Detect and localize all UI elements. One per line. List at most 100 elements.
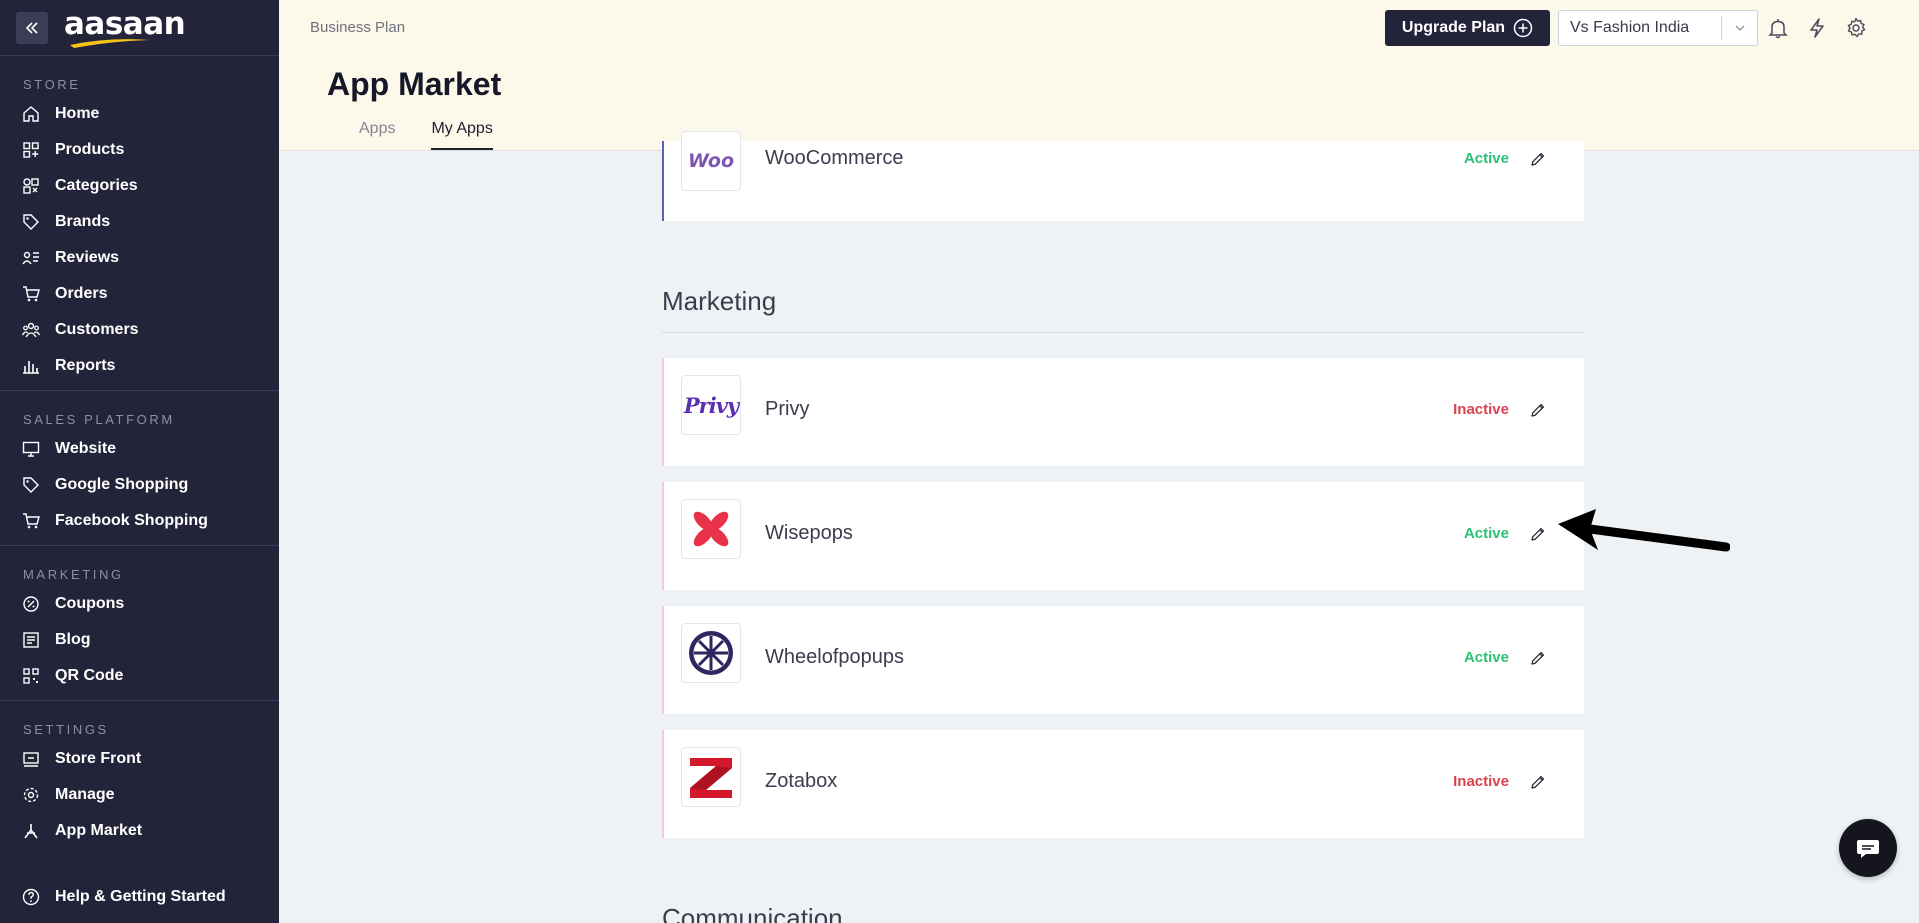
app-name: Wisepops (765, 522, 853, 544)
upgrade-plan-label: Upgrade Plan (1401, 19, 1506, 36)
sidebar-item-label: Reviews (55, 249, 120, 266)
sidebar-item-reports[interactable]: Reports (0, 348, 279, 384)
monitor-icon (21, 439, 41, 459)
sidebar-item-customers[interactable]: Customers (0, 312, 279, 348)
sidebar-section-settings: SETTINGS Store Front Manage App Market (0, 701, 279, 855)
app-card-privy[interactable]: Privy Privy Inactive (662, 358, 1584, 466)
edit-pencil-icon[interactable] (1528, 648, 1548, 668)
app-card-zotabox[interactable]: Zotabox Inactive (662, 730, 1584, 838)
sidebar-section-title: STORE (23, 77, 81, 92)
aasaan-logo[interactable]: aasaan (64, 9, 186, 48)
sidebar-item-brands[interactable]: Brands (0, 204, 279, 240)
sidebar-section-sales-platform: SALES PLATFORM Website Google Shopping F… (0, 391, 279, 546)
blog-icon (21, 630, 41, 650)
sidebar-item-blog[interactable]: Blog (0, 622, 279, 658)
customers-icon (21, 320, 41, 340)
sidebar-item-label: Coupons (55, 595, 125, 612)
page-title: App Market (327, 66, 502, 102)
sidebar-item-facebook-shopping[interactable]: Facebook Shopping (0, 503, 279, 539)
section-title-marketing: Marketing (662, 286, 777, 316)
sidebar-item-label: Google Shopping (55, 476, 189, 493)
chat-widget-button[interactable] (1839, 819, 1897, 877)
edit-pencil-icon[interactable] (1528, 772, 1548, 792)
wisepops-logo (681, 499, 741, 559)
coupon-icon (21, 594, 41, 614)
sidebar-item-label: QR Code (55, 667, 124, 684)
sidebar-item-label: Products (55, 141, 125, 158)
sidebar-item-categories[interactable]: Categories (0, 168, 279, 204)
sidebar-item-label: App Market (55, 822, 143, 839)
edit-pencil-icon[interactable] (1528, 400, 1548, 420)
sidebar-section-title: MARKETING (23, 567, 124, 582)
sidebar-item-app-market[interactable]: App Market (0, 813, 279, 849)
wheelofpopups-logo (681, 623, 741, 683)
collapse-sidebar-button[interactable] (16, 11, 48, 44)
cart-icon (21, 284, 41, 304)
home-icon (21, 104, 41, 124)
cart-icon (21, 511, 41, 531)
chevron-down-icon (1721, 16, 1757, 40)
reports-icon (21, 356, 41, 376)
sidebar-item-reviews[interactable]: Reviews (0, 240, 279, 276)
app-card-woocommerce[interactable]: Woo WooCommerce Active (662, 131, 1584, 221)
status-badge: Active (1463, 150, 1509, 167)
sidebar-item-label: Orders (55, 285, 108, 302)
sidebar-item-coupons[interactable]: Coupons (0, 586, 279, 622)
status-badge: Active (1463, 525, 1509, 542)
reviews-icon (21, 248, 41, 268)
tab-bar: Apps My Apps (359, 120, 529, 150)
tag-icon (21, 212, 41, 232)
app-name: Privy (765, 398, 810, 420)
sidebar-item-home[interactable]: Home (0, 96, 279, 132)
sidebar-item-products[interactable]: Products (0, 132, 279, 168)
store-selector-value: Vs Fashion India (1570, 19, 1690, 36)
status-badge: Active (1463, 649, 1509, 666)
annotation-arrow (1558, 509, 1730, 552)
app-name: Zotabox (765, 770, 838, 792)
lightning-icon[interactable] (1805, 16, 1829, 40)
app-name: Wheelofpopups (765, 646, 904, 668)
store-selector[interactable]: Vs Fashion India (1558, 10, 1758, 46)
sidebar-item-label: Customers (55, 321, 139, 338)
sidebar-item-store-front[interactable]: Store Front (0, 741, 279, 777)
tab-my-apps[interactable]: My Apps (431, 120, 493, 150)
gear-icon (21, 785, 41, 805)
sidebar-item-orders[interactable]: Orders (0, 276, 279, 312)
app-card-wheelofpopups[interactable]: Wheelofpopups Active (662, 606, 1584, 714)
bell-icon[interactable] (1766, 16, 1790, 40)
sidebar-section-store: STORE Home Products Categories Brands Re… (0, 56, 279, 391)
sidebar-item-label: Facebook Shopping (55, 512, 208, 529)
categories-icon (21, 176, 41, 196)
sidebar-item-qr-code[interactable]: QR Code (0, 658, 279, 694)
app-name: WooCommerce (765, 147, 904, 169)
sidebar-item-google-shopping[interactable]: Google Shopping (0, 467, 279, 503)
privy-logo: Privy (681, 375, 741, 435)
sidebar-item-label: Reports (55, 357, 116, 374)
sidebar-item-label: Help & Getting Started (55, 888, 226, 905)
sidebar-item-help[interactable]: Help & Getting Started (0, 879, 279, 915)
edit-pencil-icon[interactable] (1528, 524, 1548, 544)
settings-gear-icon[interactable] (1844, 16, 1868, 40)
sidebar-item-label: Categories (55, 177, 138, 194)
section-title-communication: Communication (662, 903, 843, 923)
status-badge: Inactive (1453, 401, 1509, 418)
edit-pencil-icon[interactable] (1528, 149, 1548, 169)
sidebar-item-label: Website (55, 440, 117, 457)
sidebar-item-label: Home (55, 105, 100, 122)
status-badge: Inactive (1453, 773, 1509, 790)
sidebar-item-label: Brands (55, 213, 111, 230)
woocommerce-logo: Woo (681, 131, 741, 191)
tab-apps[interactable]: Apps (359, 120, 395, 150)
products-icon (21, 140, 41, 160)
app-market-icon (21, 821, 41, 841)
app-card-wisepops[interactable]: Wisepops Active (662, 482, 1584, 590)
sidebar-item-website[interactable]: Website (0, 431, 279, 467)
sidebar-item-label: Store Front (55, 750, 142, 767)
upgrade-plan-button[interactable]: Upgrade Plan (1385, 10, 1550, 46)
page-header: Business Plan App Market Apps My Apps Up… (279, 0, 1919, 151)
zotabox-logo (681, 747, 741, 807)
sidebar-item-manage[interactable]: Manage (0, 777, 279, 813)
store-front-icon (21, 749, 41, 769)
sidebar-item-label: Manage (55, 786, 115, 803)
chat-bubble-icon (1857, 840, 1879, 858)
